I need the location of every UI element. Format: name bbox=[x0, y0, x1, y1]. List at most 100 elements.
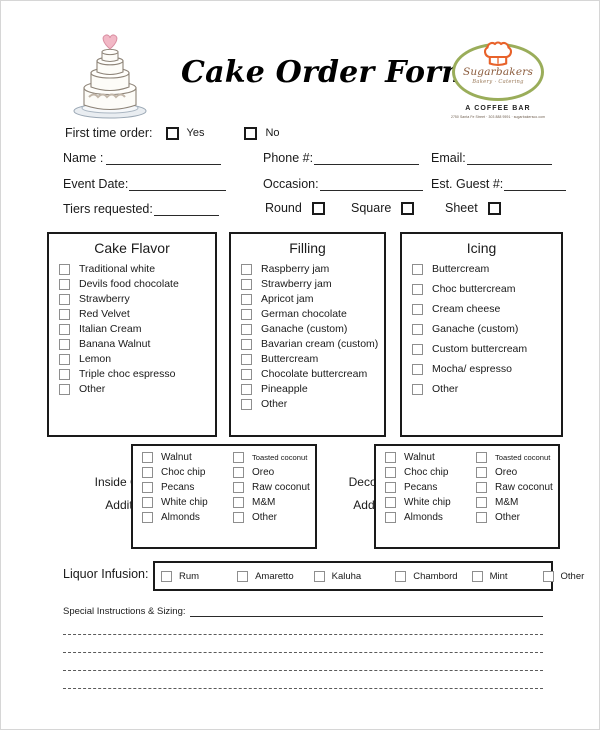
option-row[interactable]: Strawberry jam bbox=[231, 278, 384, 290]
email-input[interactable] bbox=[466, 152, 552, 165]
liquor-checkbox[interactable] bbox=[395, 570, 407, 582]
special-instructions-input[interactable] bbox=[189, 606, 543, 617]
option-row[interactable]: Other bbox=[476, 512, 558, 523]
option-row[interactable]: Rum bbox=[161, 570, 199, 582]
inside-addition-checkbox[interactable] bbox=[233, 452, 244, 463]
option-row[interactable]: Banana Walnut bbox=[49, 338, 215, 350]
option-row[interactable]: Triple choc espresso bbox=[49, 368, 215, 380]
deco-addition-checkbox[interactable] bbox=[476, 452, 487, 463]
deco-addition-checkbox[interactable] bbox=[476, 497, 487, 508]
deco-addition-checkbox[interactable] bbox=[476, 512, 487, 523]
option-row[interactable]: Toasted coconut bbox=[233, 452, 315, 463]
tiers-input[interactable] bbox=[153, 203, 219, 216]
icing-checkbox[interactable] bbox=[412, 263, 423, 275]
inside-addition-checkbox[interactable] bbox=[142, 482, 153, 493]
option-row[interactable]: Buttercream bbox=[231, 353, 384, 365]
option-row[interactable]: Other bbox=[231, 398, 384, 410]
liquor-checkbox[interactable] bbox=[237, 570, 249, 582]
liquor-checkbox[interactable] bbox=[542, 570, 554, 582]
filling-checkbox[interactable] bbox=[241, 398, 252, 410]
notes-blank-line[interactable] bbox=[63, 634, 543, 635]
notes-blank-line[interactable] bbox=[63, 670, 543, 671]
notes-blank-line[interactable] bbox=[63, 652, 543, 653]
deco-addition-checkbox[interactable] bbox=[476, 482, 487, 493]
cake-flavor-checkbox[interactable] bbox=[59, 278, 70, 290]
option-row[interactable]: Amaretto bbox=[237, 570, 294, 582]
option-row[interactable]: Bavarian cream (custom) bbox=[231, 338, 384, 350]
liquor-checkbox[interactable] bbox=[161, 570, 172, 582]
option-row[interactable]: Walnut bbox=[385, 452, 467, 463]
inside-addition-checkbox[interactable] bbox=[142, 512, 153, 523]
option-row[interactable]: Cream cheese bbox=[402, 303, 561, 315]
first-time-yes-checkbox[interactable] bbox=[165, 126, 179, 140]
option-row[interactable]: Chocolate buttercream bbox=[231, 368, 384, 380]
option-row[interactable]: Walnut bbox=[142, 452, 224, 463]
option-row[interactable]: Chambord bbox=[395, 570, 458, 582]
option-row[interactable]: Apricot jam bbox=[231, 293, 384, 305]
option-row[interactable]: Pecans bbox=[385, 482, 467, 493]
option-row[interactable]: Raspberry jam bbox=[231, 263, 384, 275]
deco-addition-checkbox[interactable] bbox=[385, 482, 396, 493]
cake-flavor-checkbox[interactable] bbox=[59, 353, 70, 365]
cake-flavor-checkbox[interactable] bbox=[59, 323, 70, 335]
liquor-checkbox[interactable] bbox=[313, 570, 325, 582]
option-row[interactable]: Choc buttercream bbox=[402, 283, 561, 295]
icing-checkbox[interactable] bbox=[412, 343, 423, 355]
sheet-checkbox[interactable] bbox=[487, 201, 501, 215]
notes-blank-line[interactable] bbox=[63, 688, 543, 689]
inside-addition-checkbox[interactable] bbox=[142, 497, 153, 508]
inside-addition-checkbox[interactable] bbox=[142, 452, 153, 463]
square-checkbox[interactable] bbox=[401, 201, 415, 215]
option-row[interactable]: Raw coconut bbox=[476, 482, 558, 493]
option-row[interactable]: Pineapple bbox=[231, 383, 384, 395]
cake-flavor-checkbox[interactable] bbox=[59, 293, 70, 305]
deco-addition-checkbox[interactable] bbox=[385, 467, 396, 478]
first-time-no-checkbox[interactable] bbox=[244, 126, 258, 140]
deco-addition-checkbox[interactable] bbox=[385, 512, 396, 523]
filling-checkbox[interactable] bbox=[241, 368, 252, 380]
option-row[interactable]: Red Velvet bbox=[49, 308, 215, 320]
deco-addition-checkbox[interactable] bbox=[385, 452, 396, 463]
icing-checkbox[interactable] bbox=[412, 323, 423, 335]
option-row[interactable]: Traditional white bbox=[49, 263, 215, 275]
option-row[interactable]: Ganache (custom) bbox=[231, 323, 384, 335]
option-row[interactable]: Other bbox=[49, 383, 215, 395]
filling-checkbox[interactable] bbox=[241, 338, 252, 350]
option-row[interactable]: Mocha/ espresso bbox=[402, 363, 561, 375]
event-date-input[interactable] bbox=[129, 178, 227, 191]
filling-checkbox[interactable] bbox=[241, 293, 252, 305]
filling-checkbox[interactable] bbox=[241, 308, 252, 320]
option-row[interactable]: Choc chip bbox=[142, 467, 224, 478]
filling-checkbox[interactable] bbox=[241, 353, 252, 365]
inside-addition-checkbox[interactable] bbox=[233, 512, 244, 523]
icing-checkbox[interactable] bbox=[412, 383, 423, 395]
option-row[interactable]: Choc chip bbox=[385, 467, 467, 478]
option-row[interactable]: Custom buttercream bbox=[402, 343, 561, 355]
option-row[interactable]: Other bbox=[542, 570, 584, 582]
filling-checkbox[interactable] bbox=[241, 383, 252, 395]
liquor-checkbox[interactable] bbox=[471, 570, 483, 582]
option-row[interactable]: Ganache (custom) bbox=[402, 323, 561, 335]
occasion-input[interactable] bbox=[319, 178, 423, 191]
inside-addition-checkbox[interactable] bbox=[233, 467, 244, 478]
cake-flavor-checkbox[interactable] bbox=[59, 368, 70, 380]
option-row[interactable]: German chocolate bbox=[231, 308, 384, 320]
option-row[interactable]: Italian Cream bbox=[49, 323, 215, 335]
option-row[interactable]: Mint bbox=[471, 570, 508, 582]
option-row[interactable]: Almonds bbox=[385, 512, 467, 523]
icing-checkbox[interactable] bbox=[412, 363, 423, 375]
cake-flavor-checkbox[interactable] bbox=[59, 383, 70, 395]
filling-checkbox[interactable] bbox=[241, 323, 252, 335]
name-input[interactable] bbox=[106, 152, 222, 165]
icing-checkbox[interactable] bbox=[412, 283, 423, 295]
inside-addition-checkbox[interactable] bbox=[233, 482, 244, 493]
phone-input[interactable] bbox=[314, 152, 420, 165]
option-row[interactable]: White chip bbox=[385, 497, 467, 508]
option-row[interactable]: Toasted coconut bbox=[476, 452, 558, 463]
filling-checkbox[interactable] bbox=[241, 278, 252, 290]
option-row[interactable]: Pecans bbox=[142, 482, 224, 493]
option-row[interactable]: Devils food chocolate bbox=[49, 278, 215, 290]
option-row[interactable]: Strawberry bbox=[49, 293, 215, 305]
option-row[interactable]: Buttercream bbox=[402, 263, 561, 275]
option-row[interactable]: White chip bbox=[142, 497, 224, 508]
